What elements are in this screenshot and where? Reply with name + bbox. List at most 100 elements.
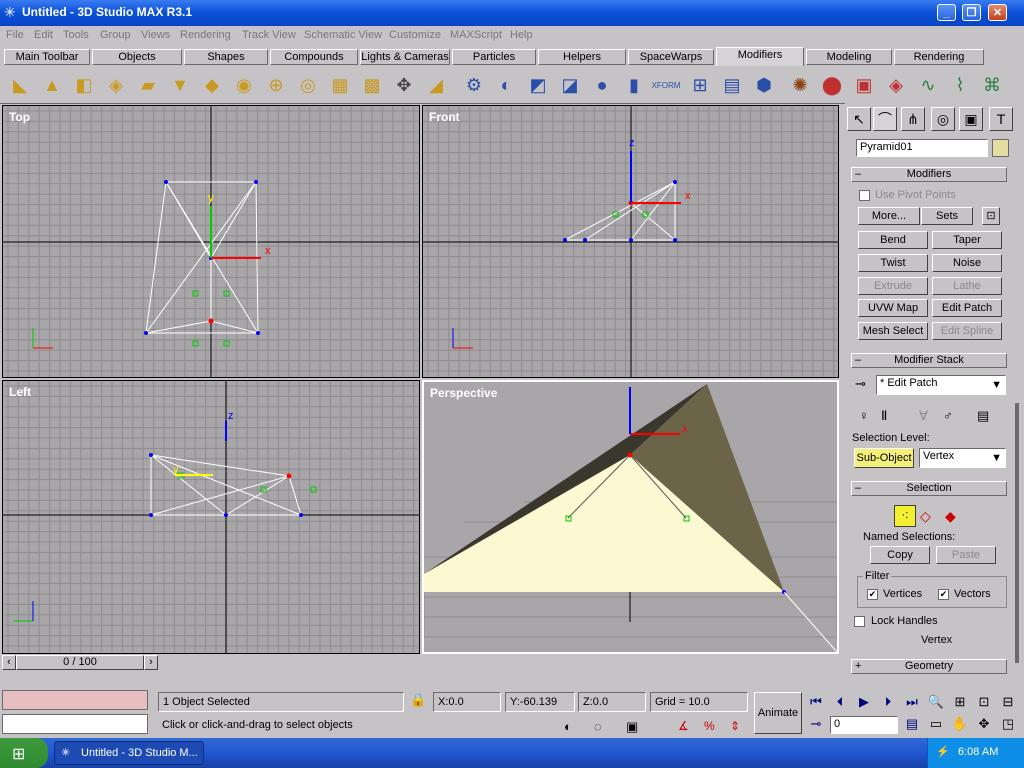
mesh-select-button[interactable]: Mesh Select: [858, 322, 928, 340]
zoom-extents-icon[interactable]: ⊡: [974, 692, 994, 712]
lock-selection-icon[interactable]: 🔒: [410, 692, 426, 708]
remove-modifier-icon[interactable]: ♂: [943, 408, 953, 423]
previous-frame-icon[interactable]: ⏴: [830, 692, 850, 712]
rollout-modifiers[interactable]: – Modifiers: [851, 167, 1007, 182]
animate-button[interactable]: Animate: [754, 692, 802, 734]
modifier-stack-dropdown[interactable]: * Edit Patch ▼: [876, 375, 1006, 395]
degradation-override-icon[interactable]: ◐: [564, 719, 572, 734]
snap-toggle-icon[interactable]: ▣: [626, 719, 638, 735]
bend-button[interactable]: Bend: [858, 231, 928, 249]
modify-tab-icon[interactable]: ⌒: [873, 107, 897, 131]
tab-rendering[interactable]: Rendering: [894, 49, 984, 65]
use-pivot-checkbox[interactable]: [859, 190, 870, 201]
xform-tool-icon[interactable]: ✥: [390, 71, 418, 99]
xform-label-icon[interactable]: XFORM: [652, 71, 681, 99]
goto-start-icon[interactable]: ⏮: [806, 692, 826, 712]
lock-handles-checkbox[interactable]: [854, 616, 865, 627]
rollout-modifier-stack[interactable]: – Modifier Stack: [851, 353, 1007, 368]
spinner-snap-icon[interactable]: ⇕: [730, 719, 740, 733]
prev-frame-icon[interactable]: ‹: [2, 655, 16, 670]
play-icon[interactable]: ▶: [854, 692, 874, 712]
lattice-tool-icon[interactable]: ▦: [326, 71, 354, 99]
selection-level-dropdown[interactable]: Vertex ▼: [919, 448, 1006, 468]
vol-select-tool-icon[interactable]: ⊞: [686, 71, 714, 99]
bend-tool-icon[interactable]: ◣: [6, 71, 34, 99]
min-max-toggle-icon[interactable]: ◳: [998, 714, 1018, 734]
lathe-button[interactable]: Lathe: [932, 277, 1002, 295]
patch-level-icon[interactable]: ◇: [920, 508, 931, 525]
menu-help[interactable]: Help: [510, 29, 533, 41]
edit-stack-icon[interactable]: ▤: [977, 408, 989, 424]
sphere-map-tool-icon[interactable]: ●: [588, 71, 616, 99]
tab-particles[interactable]: Particles: [452, 49, 536, 65]
zoom-extents-all-icon[interactable]: ⊟: [998, 692, 1018, 712]
vertex-level-icon[interactable]: ·:: [894, 505, 916, 527]
edit-mesh-tool-icon[interactable]: ◐: [492, 71, 520, 99]
twist-button[interactable]: Twist: [858, 254, 928, 272]
maximize-button[interactable]: ❐: [962, 4, 981, 21]
extrude-button[interactable]: Extrude: [858, 277, 928, 295]
command-panel-scrollbar[interactable]: [1015, 403, 1019, 663]
key-mode-icon[interactable]: ⊸: [806, 714, 826, 734]
ffd-tool-icon[interactable]: ▩: [358, 71, 386, 99]
menu-customize[interactable]: Customize: [389, 29, 441, 41]
taper-button[interactable]: Taper: [932, 231, 1002, 249]
viewport-left[interactable]: y z Left: [2, 380, 420, 654]
arc-rotate-icon[interactable]: ✥: [974, 714, 994, 734]
edit-patch-button[interactable]: Edit Patch: [932, 299, 1002, 317]
smooth-tool-icon[interactable]: ▣: [850, 71, 878, 99]
tab-spacewarps[interactable]: SpaceWarps: [628, 49, 714, 65]
window-crossing-icon[interactable]: ◌: [594, 719, 602, 734]
utilities-tab-icon[interactable]: T: [989, 107, 1013, 131]
skew-tool-icon[interactable]: ▰: [134, 71, 162, 99]
spline-tool-icon[interactable]: ∿: [914, 71, 942, 99]
displace-tool-icon[interactable]: ◢: [422, 71, 450, 99]
rollout-selection[interactable]: – Selection: [851, 481, 1007, 496]
start-button[interactable]: ⊞: [0, 738, 48, 768]
viewport-label-front[interactable]: Front: [429, 110, 460, 124]
normal-tool-icon[interactable]: ⬤: [818, 71, 846, 99]
tessellate-tool-icon[interactable]: ◈: [882, 71, 910, 99]
region-zoom-icon[interactable]: ▭: [926, 714, 946, 734]
twist-tool-icon[interactable]: ◧: [70, 71, 98, 99]
noise-tool-icon[interactable]: ◈: [102, 71, 130, 99]
face-level-icon[interactable]: ◆: [945, 508, 956, 525]
menu-track-view[interactable]: Track View: [242, 29, 296, 41]
noise-button[interactable]: Noise: [932, 254, 1002, 272]
edit-spline-button[interactable]: Edit Spline: [932, 322, 1002, 340]
time-slider-thumb[interactable]: 0 / 100: [16, 655, 144, 670]
mesh-select-tool-icon[interactable]: ⚙: [460, 71, 488, 99]
material-tool-icon[interactable]: ✺: [786, 71, 814, 99]
shell-tool-icon[interactable]: ⬢: [750, 71, 778, 99]
percent-snap-icon[interactable]: %: [704, 719, 715, 733]
menu-tools[interactable]: Tools: [63, 29, 89, 41]
viewport-label-top[interactable]: Top: [9, 110, 30, 124]
menu-group[interactable]: Group: [100, 29, 131, 41]
paste-button[interactable]: Paste: [936, 546, 996, 564]
current-frame-field[interactable]: 0: [830, 716, 898, 734]
goto-end-icon[interactable]: ⏭: [902, 692, 922, 712]
maxscript-listener[interactable]: [2, 690, 148, 710]
vertices-checkbox[interactable]: ✔: [867, 589, 878, 600]
menu-schematic-view[interactable]: Schematic View: [304, 29, 382, 41]
display-tab-icon[interactable]: ▣: [959, 107, 983, 131]
menu-edit[interactable]: Edit: [34, 29, 53, 41]
viewport-front[interactable]: x z Front: [422, 105, 839, 378]
tab-compounds[interactable]: Compounds: [270, 49, 358, 65]
tab-shapes[interactable]: Shapes: [184, 49, 268, 65]
rollout-geometry[interactable]: + Geometry: [851, 659, 1007, 674]
vectors-checkbox[interactable]: ✔: [938, 589, 949, 600]
object-name-field[interactable]: Pyramid01: [856, 139, 988, 157]
viewport-label-left[interactable]: Left: [9, 385, 31, 399]
ripple-tool-icon[interactable]: ◉: [230, 71, 258, 99]
create-tab-icon[interactable]: ↖: [847, 107, 871, 131]
show-end-result-icon[interactable]: Ⅱ: [881, 408, 887, 424]
zoom-icon[interactable]: 🔍: [926, 692, 946, 712]
more-button[interactable]: More...: [858, 207, 920, 225]
tab-lights-cameras[interactable]: Lights & Cameras: [360, 49, 450, 65]
tab-modeling[interactable]: Modeling: [806, 49, 892, 65]
viewport-top[interactable]: x y Top: [2, 105, 420, 378]
time-config-icon[interactable]: ▤: [902, 714, 922, 734]
taskbar-item-3dsmax[interactable]: ✳ Untitled - 3D Studio M...: [54, 741, 204, 765]
tab-modifiers[interactable]: Modifiers: [716, 47, 804, 66]
